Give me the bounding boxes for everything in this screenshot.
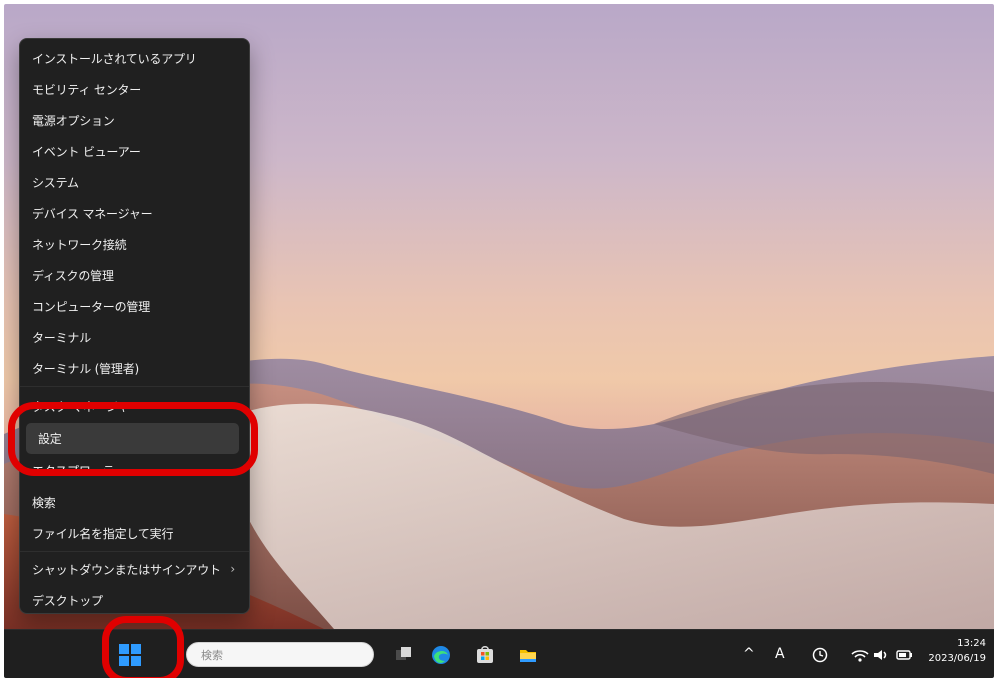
ime-mode-indicator[interactable]: A	[775, 644, 785, 664]
winx-menu: インストールされているアプリ モビリティ センター 電源オプション イベント ビ…	[19, 38, 250, 614]
windows-start-icon	[119, 644, 141, 666]
menu-item-shutdown-signout[interactable]: シャットダウンまたはサインアウト ›	[20, 554, 249, 585]
menu-item-label: 電源オプション	[32, 114, 115, 128]
menu-separator	[20, 551, 249, 552]
menu-item-system[interactable]: システム	[20, 167, 249, 198]
menu-item-computer-management[interactable]: コンピューターの管理	[20, 291, 249, 322]
menu-item-label: ターミナル	[32, 331, 92, 345]
tray-overflow-icon[interactable]: ^	[743, 644, 755, 664]
menu-item-label: 設定	[38, 432, 62, 446]
start-button[interactable]	[116, 641, 144, 669]
menu-item-label: モビリティ センター	[32, 83, 142, 97]
menu-item-terminal-admin[interactable]: ターミナル (管理者)	[20, 353, 249, 384]
taskbar-clock[interactable]: 13:24 2023/06/19	[918, 636, 986, 666]
menu-item-label: インストールされているアプリ	[32, 52, 197, 66]
wifi-icon[interactable]	[849, 644, 871, 666]
menu-item-label: ファイル名を指定して実行	[32, 527, 174, 541]
menu-item-label: シャットダウンまたはサインアウト	[32, 563, 221, 577]
menu-item-label: デバイス マネージャー	[32, 207, 153, 221]
menu-item-event-viewer[interactable]: イベント ビューアー	[20, 136, 249, 167]
taskbar-search-placeholder: 検索	[201, 648, 223, 662]
menu-item-network-connections[interactable]: ネットワーク接続	[20, 229, 249, 260]
store-icon[interactable]	[474, 644, 496, 666]
menu-item-terminal[interactable]: ターミナル	[20, 322, 249, 353]
desktop-wallpaper: インストールされているアプリ モビリティ センター 電源オプション イベント ビ…	[4, 4, 994, 629]
volume-glyph	[874, 650, 887, 660]
menu-item-label: デスクトップ	[32, 594, 103, 608]
menu-item-settings[interactable]: 設定	[26, 423, 239, 454]
screenshot-frame: インストールされているアプリ モビリティ センター 電源オプション イベント ビ…	[4, 4, 994, 678]
clock-date: 2023/06/19	[928, 653, 986, 664]
chevron-right-icon: ›	[230, 562, 235, 576]
task-view-glyph	[396, 647, 411, 660]
menu-item-file-explorer[interactable]: エクスプローラー	[20, 455, 249, 486]
store-glyph	[477, 646, 493, 663]
menu-item-label: イベント ビューアー	[32, 145, 141, 159]
menu-item-search[interactable]: 検索	[20, 487, 249, 518]
task-view-icon[interactable]	[393, 644, 415, 666]
menu-item-label: エクスプローラー	[32, 464, 127, 478]
file-explorer-icon[interactable]	[517, 644, 539, 666]
menu-item-mobility-center[interactable]: モビリティ センター	[20, 74, 249, 105]
volume-icon[interactable]	[870, 644, 892, 666]
edge-icon[interactable]	[430, 644, 452, 666]
menu-item-run[interactable]: ファイル名を指定して実行	[20, 518, 249, 549]
wifi-glyph	[851, 650, 869, 662]
menu-item-desktop[interactable]: デスクトップ	[20, 585, 249, 613]
menu-item-label: ターミナル (管理者)	[32, 362, 139, 376]
taskbar-search-box[interactable]: 検索	[186, 642, 374, 667]
menu-item-label: システム	[32, 176, 79, 190]
menu-item-power-options[interactable]: 電源オプション	[20, 105, 249, 136]
menu-item-label: 検索	[32, 496, 56, 510]
taskbar: 検索 ^ A 13:24 2023/06/19	[4, 629, 994, 678]
edge-glyph	[432, 646, 450, 664]
menu-separator	[20, 386, 249, 387]
file-explorer-glyph	[520, 650, 536, 662]
menu-item-label: コンピューターの管理	[32, 300, 151, 314]
menu-item-disk-management[interactable]: ディスクの管理	[20, 260, 249, 291]
menu-item-label: タスク マネージャー	[32, 400, 141, 414]
menu-item-label: ネットワーク接続	[32, 238, 127, 252]
battery-glyph	[896, 650, 912, 660]
menu-item-device-manager[interactable]: デバイス マネージャー	[20, 198, 249, 229]
language-glyph	[812, 647, 828, 663]
menu-item-installed-apps[interactable]: インストールされているアプリ	[20, 43, 249, 74]
menu-item-task-manager[interactable]: タスク マネージャー	[20, 391, 249, 422]
battery-icon[interactable]	[893, 644, 915, 666]
language-icon[interactable]	[809, 644, 831, 666]
menu-item-label: ディスクの管理	[32, 269, 114, 283]
clock-time: 13:24	[957, 638, 986, 649]
